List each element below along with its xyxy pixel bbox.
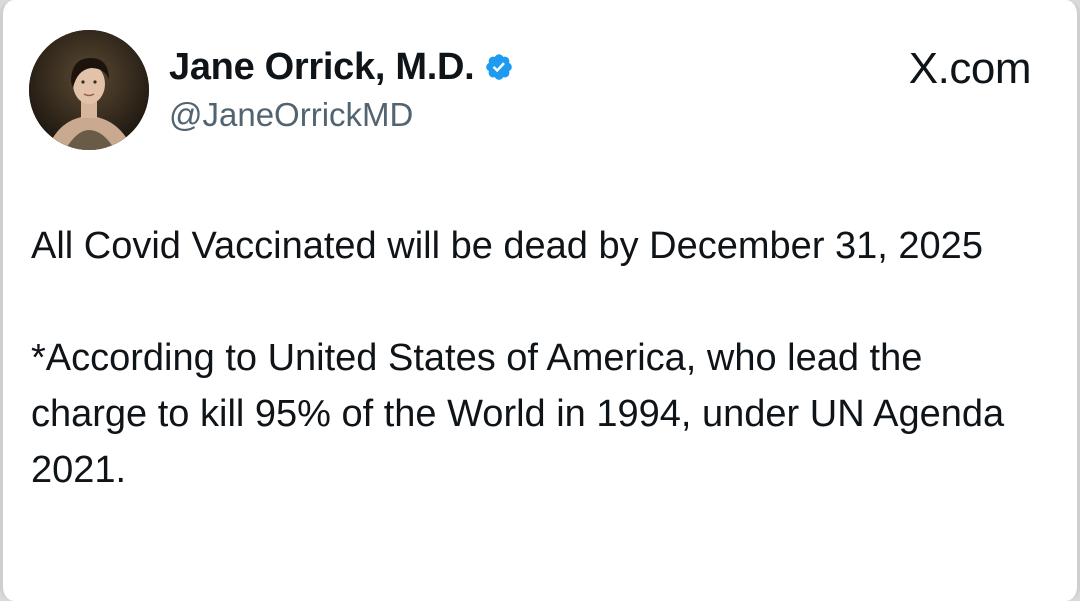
tweet-body: All Covid Vaccinated will be dead by Dec… xyxy=(31,218,1039,498)
author-handle[interactable]: @JaneOrrickMD xyxy=(169,96,514,134)
avatar[interactable] xyxy=(29,30,149,150)
verified-badge-icon xyxy=(484,52,514,82)
tweet-paragraph: All Covid Vaccinated will be dead by Dec… xyxy=(31,225,983,267)
tweet-card: Jane Orrick, M.D. @JaneOrrickMD X.com Al… xyxy=(0,0,1080,601)
author-name-row: Jane Orrick, M.D. xyxy=(169,44,514,90)
author-block: Jane Orrick, M.D. @JaneOrrickMD xyxy=(169,44,514,134)
tweet-paragraph: *According to United States of America, … xyxy=(31,337,1005,491)
author-name[interactable]: Jane Orrick, M.D. xyxy=(169,46,475,89)
avatar-photo-icon xyxy=(29,30,149,150)
brand-label: X.com xyxy=(908,44,1032,93)
